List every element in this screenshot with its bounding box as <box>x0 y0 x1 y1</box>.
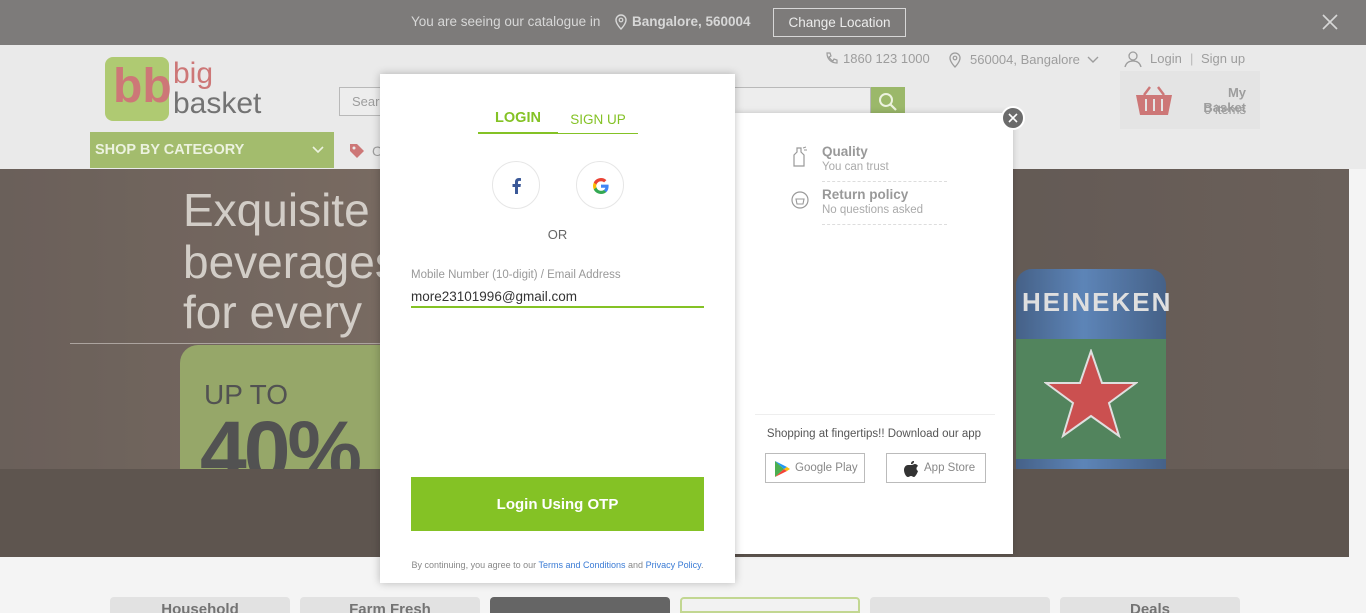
terms-prefix: By continuing, you agree to our <box>411 560 537 570</box>
terms-link[interactable]: Terms and Conditions <box>538 560 625 570</box>
facebook-login-button[interactable] <box>492 161 540 209</box>
terms-suffix: . <box>700 560 704 570</box>
tab-signup[interactable]: SIGN UP <box>558 110 638 134</box>
login-otp-button[interactable]: Login Using OTP <box>411 477 704 531</box>
or-divider-text: OR <box>547 227 568 242</box>
google-icon <box>593 178 609 194</box>
feature-title-quality: Quality <box>822 144 868 159</box>
app-divider <box>755 414 995 415</box>
terms-text: By continuing, you agree to our Terms an… <box>380 560 735 570</box>
facebook-icon <box>512 178 521 194</box>
feature-sub-quality: You can trust <box>822 161 889 173</box>
app-store-label: App Store <box>924 462 976 474</box>
google-login-button[interactable] <box>576 161 624 209</box>
mobile-email-input[interactable] <box>411 286 704 308</box>
google-play-icon <box>775 461 790 477</box>
return-policy-icon <box>791 191 809 209</box>
feature-divider <box>822 224 947 225</box>
close-icon <box>1008 113 1018 123</box>
google-play-label: Google Play <box>795 462 858 474</box>
terms-and: and <box>628 560 644 570</box>
feature-title-return: Return policy <box>822 187 909 202</box>
apple-icon <box>904 461 918 477</box>
feature-sub-return: No questions asked <box>822 204 924 216</box>
mobile-email-label: Mobile Number (10-digit) / Email Address <box>411 269 621 281</box>
tab-login[interactable]: LOGIN <box>478 110 558 134</box>
app-store-button[interactable]: App Store <box>886 453 986 483</box>
feature-divider <box>822 181 947 182</box>
privacy-link[interactable]: Privacy Policy <box>646 560 701 570</box>
modal-info-panel <box>735 113 1013 554</box>
google-play-button[interactable]: Google Play <box>765 453 865 483</box>
modal-close-button[interactable] <box>1001 106 1025 130</box>
download-app-text: Shopping at fingertips!! Download our ap… <box>766 428 982 440</box>
quality-icon <box>793 146 807 167</box>
